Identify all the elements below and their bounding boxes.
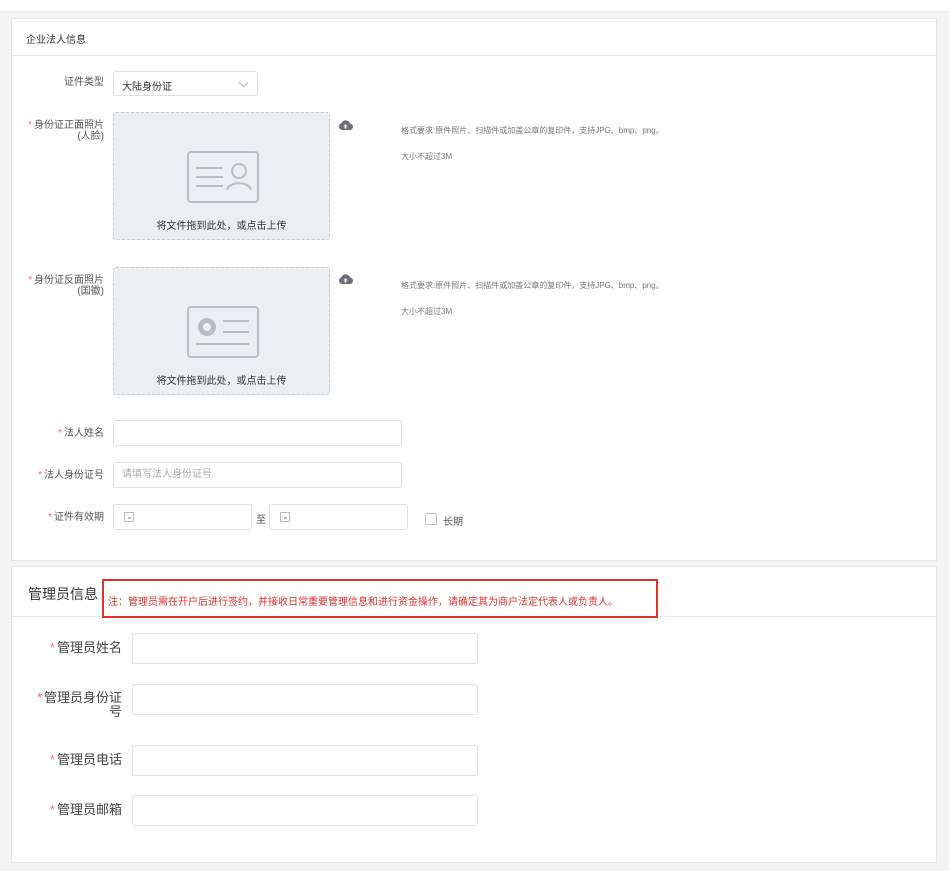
long-term-label[interactable]: 长期	[443, 513, 463, 528]
admin-id-label-line2: 号	[108, 704, 122, 719]
calendar-icon	[124, 512, 134, 522]
admin-id-label: * 管理员身份证 号	[16, 691, 122, 719]
admin-name-label-text: 管理员姓名	[56, 640, 122, 655]
legal-name-label: * 法人姓名	[16, 428, 104, 439]
admin-phone-label: * 管理员电话	[16, 753, 122, 767]
id-front-label-line1: 身份证正面照片	[34, 120, 104, 131]
admin-notice: 注：管理员需在开户后进行签约，并接收日常重要管理信息和进行资金操作，请确定其为商…	[102, 579, 658, 618]
id-back-label-line2: (国徽)	[77, 286, 104, 297]
date-separator: 至	[256, 515, 266, 526]
legal-id-input[interactable]: 请填写法人身份证号	[113, 462, 402, 488]
cloud-upload-icon[interactable]	[338, 273, 353, 285]
long-term-checkbox[interactable]	[425, 513, 437, 525]
id-front-label-line2: (人脸)	[77, 131, 104, 142]
admin-name-input[interactable]	[132, 633, 478, 664]
id-back-format-note: 格式要求:原件照片、扫描件或加盖公章的复印件，支持JPG、bmp、png。	[401, 281, 664, 290]
admin-email-label-text: 管理员邮箱	[56, 802, 122, 817]
id-front-size-note: 大小不超过3M	[401, 152, 453, 161]
admin-phone-label-text: 管理员电话	[56, 752, 122, 767]
admin-phone-input[interactable]	[132, 745, 478, 776]
cert-type-label: 证件类型	[32, 77, 104, 88]
id-card-back-icon	[187, 306, 259, 358]
id-back-size-note: 大小不超过3M	[401, 307, 453, 316]
chevron-down-icon	[238, 77, 249, 88]
required-mark: *	[49, 752, 55, 767]
legal-person-card: 企业法人信息 证件类型 大陆身份证 * 身份证正面照片 (人脸) 将文件拖到此处，…	[11, 18, 937, 561]
id-back-label: * 身份证反面照片 (国徽)	[16, 275, 104, 297]
admin-header: 管理员信息 注：管理员需在开户后进行签约，并接收日常重要管理信息和进行资金操作，…	[12, 567, 936, 618]
id-card-front-icon	[187, 151, 259, 203]
cert-validity-label: * 证件有效期	[16, 512, 104, 523]
admin-email-label: * 管理员邮箱	[16, 803, 122, 817]
validity-start-date[interactable]	[113, 504, 252, 530]
upload-hint: 将文件拖到此处，或点击上传	[156, 221, 287, 232]
legal-id-placeholder: 请填写法人身份证号	[122, 469, 212, 480]
required-mark: *	[28, 120, 32, 131]
validity-end-date[interactable]	[269, 504, 408, 530]
section-title: 管理员信息	[28, 586, 98, 602]
admin-name-label: * 管理员姓名	[16, 641, 122, 655]
cert-validity-label-text: 证件有效期	[54, 512, 104, 523]
id-front-format-note: 格式要求:原件照片、扫描件或加盖公章的复印件，支持JPG、bmp、png。	[401, 126, 664, 135]
required-mark: *	[38, 470, 42, 481]
required-mark: *	[58, 428, 62, 439]
upload-hint: 将文件拖到此处，或点击上传	[156, 376, 287, 387]
id-front-label: * 身份证正面照片 (人脸)	[16, 120, 104, 142]
admin-id-input[interactable]	[132, 684, 478, 715]
required-mark: *	[28, 275, 32, 286]
legal-name-input[interactable]	[113, 420, 402, 446]
required-mark: *	[48, 512, 52, 523]
admin-id-label-line1: 管理员身份证	[43, 690, 122, 705]
cert-type-select[interactable]: 大陆身份证	[113, 71, 258, 96]
id-back-upload[interactable]: 将文件拖到此处，或点击上传	[113, 267, 330, 395]
legal-name-label-text: 法人姓名	[64, 428, 104, 439]
admin-card: 管理员信息 注：管理员需在开户后进行签约，并接收日常重要管理信息和进行资金操作，…	[11, 566, 937, 863]
top-divider	[0, 0, 949, 12]
calendar-icon	[280, 512, 290, 522]
section-title: 企业法人信息	[26, 35, 86, 46]
id-back-label-line1: 身份证反面照片	[34, 275, 104, 286]
required-mark: *	[49, 802, 55, 817]
required-mark: *	[49, 640, 55, 655]
legal-id-label: * 法人身份证号	[16, 470, 104, 481]
legal-id-label-text: 法人身份证号	[44, 470, 104, 481]
admin-notice-text: 注：管理员需在开户后进行签约，并接收日常重要管理信息和进行资金操作，请确定其为商…	[108, 597, 618, 608]
legal-person-header: 企业法人信息	[12, 19, 936, 56]
id-front-upload[interactable]: 将文件拖到此处，或点击上传	[113, 112, 330, 240]
required-mark: *	[36, 690, 42, 705]
cert-type-label-text: 证件类型	[64, 77, 104, 88]
cloud-upload-icon[interactable]	[338, 119, 353, 131]
cert-type-value: 大陆身份证	[122, 82, 172, 93]
admin-email-input[interactable]	[132, 795, 478, 826]
